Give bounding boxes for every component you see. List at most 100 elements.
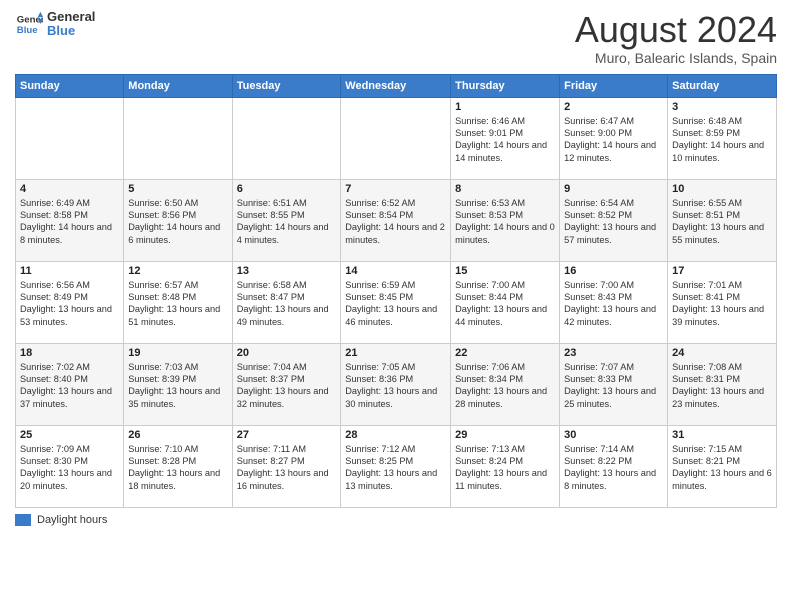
calendar-cell: 11 Sunrise: 6:56 AM Sunset: 8:49 PM Dayli… [16, 261, 124, 343]
calendar-cell: 2 Sunrise: 6:47 AM Sunset: 9:00 PM Daylig… [560, 97, 668, 179]
day-info: Sunrise: 7:06 AM Sunset: 8:34 PM Dayligh… [455, 361, 555, 411]
legend-color-box [15, 514, 31, 526]
day-number: 30 [564, 429, 663, 441]
day-info: Sunrise: 7:13 AM Sunset: 8:24 PM Dayligh… [455, 443, 555, 493]
calendar-cell: 23 Sunrise: 7:07 AM Sunset: 8:33 PM Dayli… [560, 343, 668, 425]
calendar-day-header: Saturday [668, 74, 777, 97]
calendar-cell: 6 Sunrise: 6:51 AM Sunset: 8:55 PM Daylig… [232, 179, 341, 261]
day-info: Sunrise: 6:49 AM Sunset: 8:58 PM Dayligh… [20, 197, 119, 247]
legend-label: Daylight hours [37, 514, 107, 526]
calendar-cell: 15 Sunrise: 7:00 AM Sunset: 8:44 PM Dayli… [451, 261, 560, 343]
day-number: 11 [20, 265, 119, 277]
calendar-cell: 26 Sunrise: 7:10 AM Sunset: 8:28 PM Dayli… [124, 425, 232, 507]
day-info: Sunrise: 6:47 AM Sunset: 9:00 PM Dayligh… [564, 115, 663, 165]
calendar-cell: 27 Sunrise: 7:11 AM Sunset: 8:27 PM Dayli… [232, 425, 341, 507]
svg-text:Blue: Blue [17, 25, 38, 36]
day-number: 1 [455, 101, 555, 113]
calendar-cell: 29 Sunrise: 7:13 AM Sunset: 8:24 PM Dayli… [451, 425, 560, 507]
title-block: August 2024 Muro, Balearic Islands, Spai… [575, 10, 777, 66]
logo-icon: General Blue [15, 10, 43, 38]
page-header: General Blue General Blue August 2024 Mu… [15, 10, 777, 66]
calendar-cell [232, 97, 341, 179]
day-info: Sunrise: 7:09 AM Sunset: 8:30 PM Dayligh… [20, 443, 119, 493]
calendar-day-header: Friday [560, 74, 668, 97]
day-info: Sunrise: 7:05 AM Sunset: 8:36 PM Dayligh… [345, 361, 446, 411]
day-info: Sunrise: 7:14 AM Sunset: 8:22 PM Dayligh… [564, 443, 663, 493]
day-info: Sunrise: 6:51 AM Sunset: 8:55 PM Dayligh… [237, 197, 337, 247]
calendar-table: SundayMondayTuesdayWednesdayThursdayFrid… [15, 74, 777, 508]
day-number: 15 [455, 265, 555, 277]
calendar-cell: 3 Sunrise: 6:48 AM Sunset: 8:59 PM Daylig… [668, 97, 777, 179]
day-number: 17 [672, 265, 772, 277]
calendar-cell: 28 Sunrise: 7:12 AM Sunset: 8:25 PM Dayli… [341, 425, 451, 507]
day-number: 25 [20, 429, 119, 441]
day-info: Sunrise: 7:11 AM Sunset: 8:27 PM Dayligh… [237, 443, 337, 493]
calendar-cell: 7 Sunrise: 6:52 AM Sunset: 8:54 PM Daylig… [341, 179, 451, 261]
calendar-cell: 16 Sunrise: 7:00 AM Sunset: 8:43 PM Dayli… [560, 261, 668, 343]
day-info: Sunrise: 6:46 AM Sunset: 9:01 PM Dayligh… [455, 115, 555, 165]
day-number: 9 [564, 183, 663, 195]
calendar-day-header: Monday [124, 74, 232, 97]
calendar-cell: 19Sunrise: 7:03 AM Sunset: 8:39 PM Dayli… [124, 343, 232, 425]
calendar-cell: 9 Sunrise: 6:54 AM Sunset: 8:52 PM Daylig… [560, 179, 668, 261]
calendar-cell: 17 Sunrise: 7:01 AM Sunset: 8:41 PM Dayli… [668, 261, 777, 343]
calendar-cell: 31Sunrise: 7:15 AM Sunset: 8:21 PM Dayli… [668, 425, 777, 507]
day-number: 27 [237, 429, 337, 441]
day-number: 6 [237, 183, 337, 195]
day-number: 20 [237, 347, 337, 359]
calendar-day-header: Tuesday [232, 74, 341, 97]
day-number: 7 [345, 183, 446, 195]
day-info: Sunrise: 6:56 AM Sunset: 8:49 PM Dayligh… [20, 279, 119, 329]
day-number: 23 [564, 347, 663, 359]
calendar-cell: 22Sunrise: 7:06 AM Sunset: 8:34 PM Dayli… [451, 343, 560, 425]
day-number: 19 [128, 347, 227, 359]
day-info: Sunrise: 7:00 AM Sunset: 8:44 PM Dayligh… [455, 279, 555, 329]
calendar-cell: 21 Sunrise: 7:05 AM Sunset: 8:36 PM Dayli… [341, 343, 451, 425]
day-number: 24 [672, 347, 772, 359]
day-number: 3 [672, 101, 772, 113]
day-number: 26 [128, 429, 227, 441]
day-info: Sunrise: 6:52 AM Sunset: 8:54 PM Dayligh… [345, 197, 446, 247]
day-number: 2 [564, 101, 663, 113]
day-info: Sunrise: 7:04 AM Sunset: 8:37 PM Dayligh… [237, 361, 337, 411]
day-info: Sunrise: 7:00 AM Sunset: 8:43 PM Dayligh… [564, 279, 663, 329]
calendar-cell: 8 Sunrise: 6:53 AM Sunset: 8:53 PM Daylig… [451, 179, 560, 261]
day-info: Sunrise: 7:12 AM Sunset: 8:25 PM Dayligh… [345, 443, 446, 493]
day-number: 14 [345, 265, 446, 277]
day-info: Sunrise: 7:08 AM Sunset: 8:31 PM Dayligh… [672, 361, 772, 411]
calendar-cell: 1 Sunrise: 6:46 AM Sunset: 9:01 PM Daylig… [451, 97, 560, 179]
page-title: August 2024 [575, 10, 777, 50]
calendar-cell [16, 97, 124, 179]
day-info: Sunrise: 7:07 AM Sunset: 8:33 PM Dayligh… [564, 361, 663, 411]
day-info: Sunrise: 6:48 AM Sunset: 8:59 PM Dayligh… [672, 115, 772, 165]
day-number: 4 [20, 183, 119, 195]
logo: General Blue General Blue [15, 10, 95, 39]
day-number: 13 [237, 265, 337, 277]
day-number: 21 [345, 347, 446, 359]
logo-text-line2: Blue [47, 24, 95, 38]
calendar-cell: 12Sunrise: 6:57 AM Sunset: 8:48 PM Dayli… [124, 261, 232, 343]
day-info: Sunrise: 7:10 AM Sunset: 8:28 PM Dayligh… [128, 443, 227, 493]
calendar-cell: 20 Sunrise: 7:04 AM Sunset: 8:37 PM Dayli… [232, 343, 341, 425]
day-number: 16 [564, 265, 663, 277]
calendar-day-header: Thursday [451, 74, 560, 97]
calendar-cell: 18Sunrise: 7:02 AM Sunset: 8:40 PM Dayli… [16, 343, 124, 425]
calendar-cell: 13 Sunrise: 6:58 AM Sunset: 8:47 PM Dayli… [232, 261, 341, 343]
day-number: 5 [128, 183, 227, 195]
calendar-cell: 4 Sunrise: 6:49 AM Sunset: 8:58 PM Daylig… [16, 179, 124, 261]
day-info: Sunrise: 6:59 AM Sunset: 8:45 PM Dayligh… [345, 279, 446, 329]
day-info: Sunrise: 6:58 AM Sunset: 8:47 PM Dayligh… [237, 279, 337, 329]
day-info: Sunrise: 6:53 AM Sunset: 8:53 PM Dayligh… [455, 197, 555, 247]
day-info: Sunrise: 7:15 AM Sunset: 8:21 PM Dayligh… [672, 443, 772, 493]
day-number: 28 [345, 429, 446, 441]
day-number: 8 [455, 183, 555, 195]
day-info: Sunrise: 7:01 AM Sunset: 8:41 PM Dayligh… [672, 279, 772, 329]
day-info: Sunrise: 6:54 AM Sunset: 8:52 PM Dayligh… [564, 197, 663, 247]
day-number: 29 [455, 429, 555, 441]
calendar-cell [341, 97, 451, 179]
logo-text-line1: General [47, 10, 95, 24]
day-info: Sunrise: 6:50 AM Sunset: 8:56 PM Dayligh… [128, 197, 227, 247]
calendar-cell: 14 Sunrise: 6:59 AM Sunset: 8:45 PM Dayli… [341, 261, 451, 343]
day-info: Sunrise: 6:57 AM Sunset: 8:48 PM Dayligh… [128, 279, 227, 329]
calendar-day-header: Sunday [16, 74, 124, 97]
